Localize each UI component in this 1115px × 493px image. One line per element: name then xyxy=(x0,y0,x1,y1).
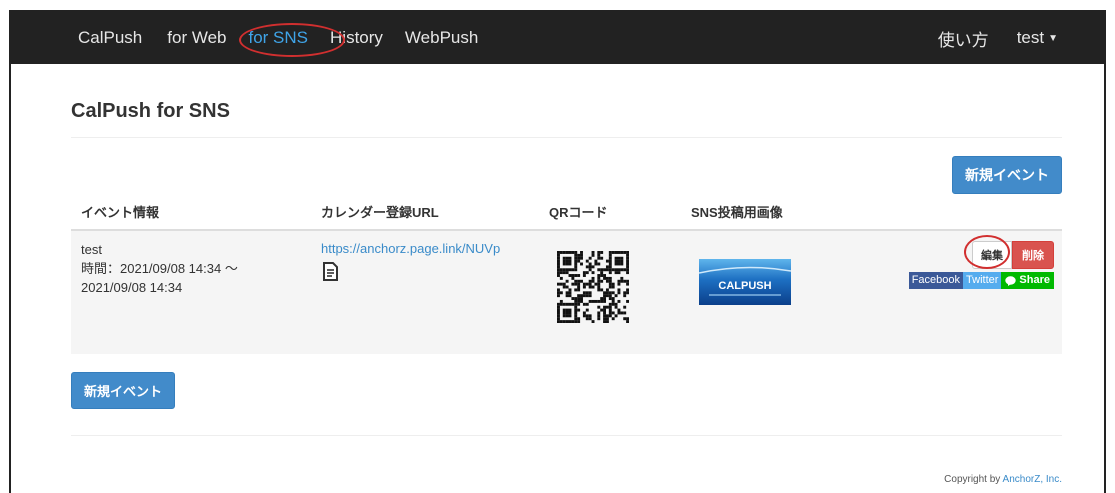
calendar-url-link[interactable]: https://anchorz.page.link/NUVp xyxy=(321,241,500,256)
main-content: CalPush for SNS 新規イベント イベント情報 カレンダー登録URL… xyxy=(11,100,1104,485)
line-chat-icon xyxy=(1005,275,1017,286)
events-table: イベント情報 カレンダー登録URL QRコード SNS投稿用画像 test 時間… xyxy=(71,194,1062,354)
actions-cell: 編集 削除 Facebook Twitter Share xyxy=(871,230,1062,354)
sns-image-logo-text: CALPUSH xyxy=(718,280,771,292)
line-share-button[interactable]: Share xyxy=(1001,272,1054,289)
event-info-cell: test 時間：2021/09/08 14:34 ～ 2021/09/08 14… xyxy=(71,230,311,354)
nav-right: 使い方 test ▼ xyxy=(910,26,1058,51)
share-buttons: Facebook Twitter Share xyxy=(881,272,1054,289)
browser-frame: CalPush for Web for SNS History WebPush … xyxy=(9,10,1106,493)
edit-delete-group: 編集 削除 xyxy=(881,235,1054,269)
nav-help-link[interactable]: 使い方 xyxy=(938,26,989,51)
sns-image-cell: CALPUSH xyxy=(681,230,871,354)
user-name: test xyxy=(1016,28,1045,47)
table-header-row: イベント情報 カレンダー登録URL QRコード SNS投稿用画像 xyxy=(71,194,1062,231)
copyright-prefix: Copyright by xyxy=(944,474,1003,485)
header-qr-code: QRコード xyxy=(539,194,681,231)
new-event-button-bottom[interactable]: 新規イベント xyxy=(71,372,176,409)
new-event-button-top[interactable]: 新規イベント xyxy=(952,156,1062,194)
company-link[interactable]: AnchorZ, Inc. xyxy=(1003,474,1062,485)
nav-item-for-sns[interactable]: for SNS xyxy=(248,28,308,48)
delete-button[interactable]: 削除 xyxy=(1012,241,1054,269)
caret-down-icon: ▼ xyxy=(1048,33,1058,44)
nav-item-for-web[interactable]: for Web xyxy=(167,28,226,48)
sns-post-image: CALPUSH xyxy=(698,259,863,308)
event-time-start: 時間：2021/09/08 14:34 ～ xyxy=(81,261,238,276)
event-time-end: 2021/09/08 14:34 xyxy=(81,280,183,295)
nav-left: CalPush for Web for SNS History WebPush xyxy=(78,28,500,48)
line-share-label: Share xyxy=(1019,274,1050,286)
bottom-button-row: 新規イベント xyxy=(71,372,1062,409)
footer: Copyright by AnchorZ, Inc. xyxy=(71,474,1062,485)
copy-document-icon[interactable] xyxy=(321,262,531,285)
user-menu[interactable]: test ▼ xyxy=(1017,28,1058,48)
header-event-info: イベント情報 xyxy=(71,194,311,231)
qr-cell xyxy=(539,230,681,354)
edit-button[interactable]: 編集 xyxy=(972,241,1012,269)
top-button-row: 新規イベント xyxy=(71,156,1062,194)
nav-item-webpush[interactable]: WebPush xyxy=(405,28,478,48)
twitter-share-button[interactable]: Twitter xyxy=(963,272,1002,289)
page-title: CalPush for SNS xyxy=(71,100,1062,138)
footer-divider xyxy=(71,435,1062,436)
nav-item-history[interactable]: History xyxy=(330,28,383,48)
calendar-url-cell: https://anchorz.page.link/NUVp xyxy=(311,230,539,354)
header-sns-image: SNS投稿用画像 xyxy=(681,194,871,231)
nav-brand[interactable]: CalPush xyxy=(78,28,142,48)
navbar: CalPush for Web for SNS History WebPush … xyxy=(11,12,1104,64)
header-calendar-url: カレンダー登録URL xyxy=(311,194,539,231)
table-row: test 時間：2021/09/08 14:34 ～ 2021/09/08 14… xyxy=(71,230,1062,354)
facebook-share-button[interactable]: Facebook xyxy=(908,272,964,289)
qr-code-image xyxy=(557,251,673,326)
header-actions xyxy=(871,194,1062,231)
event-name: test xyxy=(81,242,102,257)
